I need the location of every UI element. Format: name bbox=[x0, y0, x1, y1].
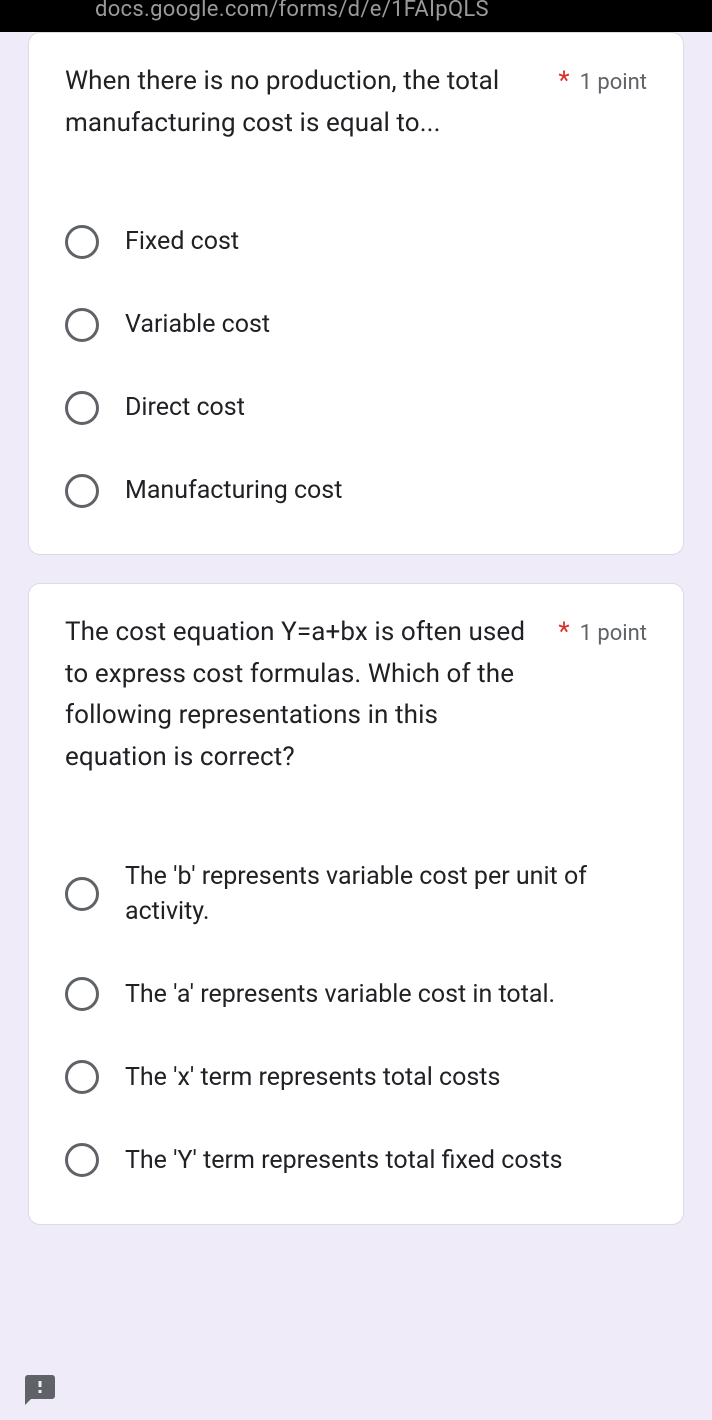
url-bar[interactable]: docs.google.com/forms/d/e/1FAIpQLS bbox=[0, 0, 712, 32]
options-group: The 'b' represents variable cost per uni… bbox=[65, 849, 647, 1188]
radio-icon bbox=[65, 1060, 99, 1094]
question-text: When there is no production, the total m… bbox=[65, 66, 499, 138]
radio-option[interactable]: Direct cost bbox=[65, 380, 647, 435]
radio-icon bbox=[65, 225, 99, 259]
required-asterisk: * bbox=[558, 612, 569, 654]
option-label: Direct cost bbox=[125, 390, 245, 425]
radio-icon bbox=[65, 474, 99, 508]
radio-icon bbox=[65, 308, 99, 342]
radio-option[interactable]: Fixed cost bbox=[65, 214, 647, 269]
radio-icon bbox=[65, 877, 99, 911]
report-problem-button[interactable] bbox=[18, 1368, 62, 1412]
option-label: Fixed cost bbox=[125, 224, 239, 259]
radio-option[interactable]: Variable cost bbox=[65, 297, 647, 352]
radio-icon bbox=[65, 391, 99, 425]
question-meta: * 1 point bbox=[558, 612, 647, 655]
question-card: The cost equation Y=a+bx is often used t… bbox=[28, 583, 684, 1224]
option-label: Manufacturing cost bbox=[125, 473, 342, 508]
radio-option[interactable]: The 'b' represents variable cost per uni… bbox=[65, 849, 647, 939]
url-text: docs.google.com/forms/d/e/1FAIpQLS bbox=[95, 0, 489, 22]
question-header: When there is no production, the total m… bbox=[65, 61, 647, 144]
question-meta: * 1 point bbox=[558, 61, 647, 104]
options-group: Fixed cost Variable cost Direct cost Man… bbox=[65, 214, 647, 518]
required-asterisk: * bbox=[558, 61, 569, 103]
radio-icon bbox=[65, 1143, 99, 1177]
question-text: The cost equation Y=a+bx is often used t… bbox=[65, 617, 525, 772]
option-label: The 'Y' term represents total fixed cost… bbox=[125, 1143, 563, 1178]
radio-option[interactable]: The 'Y' term represents total fixed cost… bbox=[65, 1133, 647, 1188]
question-title: When there is no production, the total m… bbox=[65, 61, 542, 144]
radio-option[interactable]: Manufacturing cost bbox=[65, 463, 647, 518]
radio-icon bbox=[65, 977, 99, 1011]
option-label: The 'b' represents variable cost per uni… bbox=[125, 859, 647, 929]
points-label: 1 point bbox=[580, 613, 647, 655]
radio-option[interactable]: The 'a' represents variable cost in tota… bbox=[65, 967, 647, 1022]
option-label: The 'x' term represents total costs bbox=[125, 1060, 500, 1095]
radio-option[interactable]: The 'x' term represents total costs bbox=[65, 1050, 647, 1105]
option-label: Variable cost bbox=[125, 307, 270, 342]
question-card: When there is no production, the total m… bbox=[28, 32, 684, 555]
option-label: The 'a' represents variable cost in tota… bbox=[125, 977, 555, 1012]
form-page: When there is no production, the total m… bbox=[0, 32, 712, 1281]
report-icon bbox=[22, 1372, 58, 1408]
points-label: 1 point bbox=[580, 62, 647, 104]
question-title: The cost equation Y=a+bx is often used t… bbox=[65, 612, 542, 778]
question-header: The cost equation Y=a+bx is often used t… bbox=[65, 612, 647, 778]
